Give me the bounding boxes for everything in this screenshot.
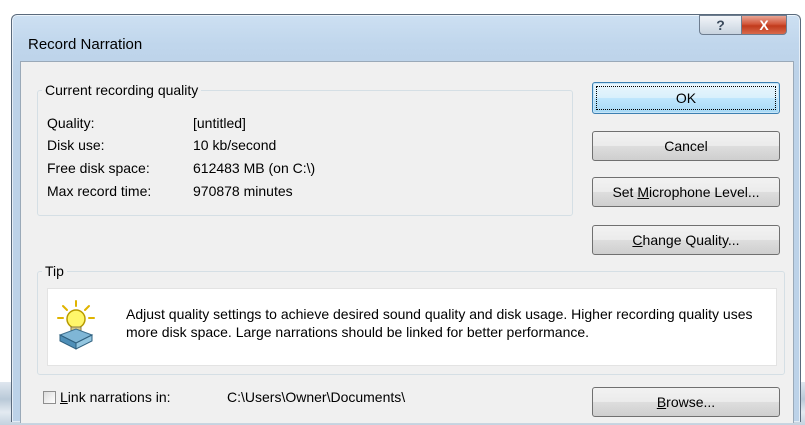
tip-group-label: Tip bbox=[42, 263, 67, 279]
close-button[interactable]: X bbox=[741, 15, 787, 35]
quality-value: [untitled] bbox=[193, 115, 246, 131]
dialog-client-area: Current recording quality Quality: [unti… bbox=[20, 61, 794, 423]
disk-use-label: Disk use: bbox=[47, 137, 105, 153]
help-icon: ? bbox=[716, 17, 725, 33]
cancel-button-label: Cancel bbox=[664, 138, 708, 154]
set-microphone-level-button[interactable]: Set Microphone Level... bbox=[592, 177, 780, 207]
link-narrations-checkbox[interactable] bbox=[43, 391, 56, 404]
disk-use-value: 10 kb/second bbox=[193, 137, 277, 153]
ok-button-label: OK bbox=[675, 90, 697, 106]
cancel-button[interactable]: Cancel bbox=[592, 131, 780, 161]
dialog-title: Record Narration bbox=[28, 36, 143, 53]
close-icon: X bbox=[759, 17, 769, 33]
max-record-time-label: Max record time: bbox=[47, 183, 152, 199]
record-narration-dialog: Record Narration ? X Current recording q… bbox=[11, 14, 801, 423]
lightbulb-tip-icon bbox=[56, 299, 96, 351]
max-record-time-value: 970878 minutes bbox=[193, 183, 293, 199]
current-quality-group-label: Current recording quality bbox=[42, 82, 202, 98]
browse-button-label: Browse... bbox=[656, 394, 716, 410]
ok-button[interactable]: OK bbox=[592, 82, 780, 114]
link-narrations-label[interactable]: Link narrations in: bbox=[60, 389, 171, 405]
change-quality-button[interactable]: Change Quality... bbox=[592, 225, 780, 255]
change-quality-label: Change Quality... bbox=[632, 232, 740, 248]
help-button[interactable]: ? bbox=[699, 15, 741, 35]
set-microphone-level-label: Set Microphone Level... bbox=[612, 184, 760, 200]
browse-button[interactable]: Browse... bbox=[592, 387, 780, 417]
link-narrations-path: C:\Users\Owner\Documents\ bbox=[227, 389, 406, 405]
quality-label: Quality: bbox=[47, 115, 95, 131]
tip-text: Adjust quality settings to achieve desir… bbox=[126, 306, 753, 340]
free-disk-space-label: Free disk space: bbox=[47, 160, 150, 176]
free-disk-space-value: 612483 MB (on C:\) bbox=[193, 160, 316, 176]
